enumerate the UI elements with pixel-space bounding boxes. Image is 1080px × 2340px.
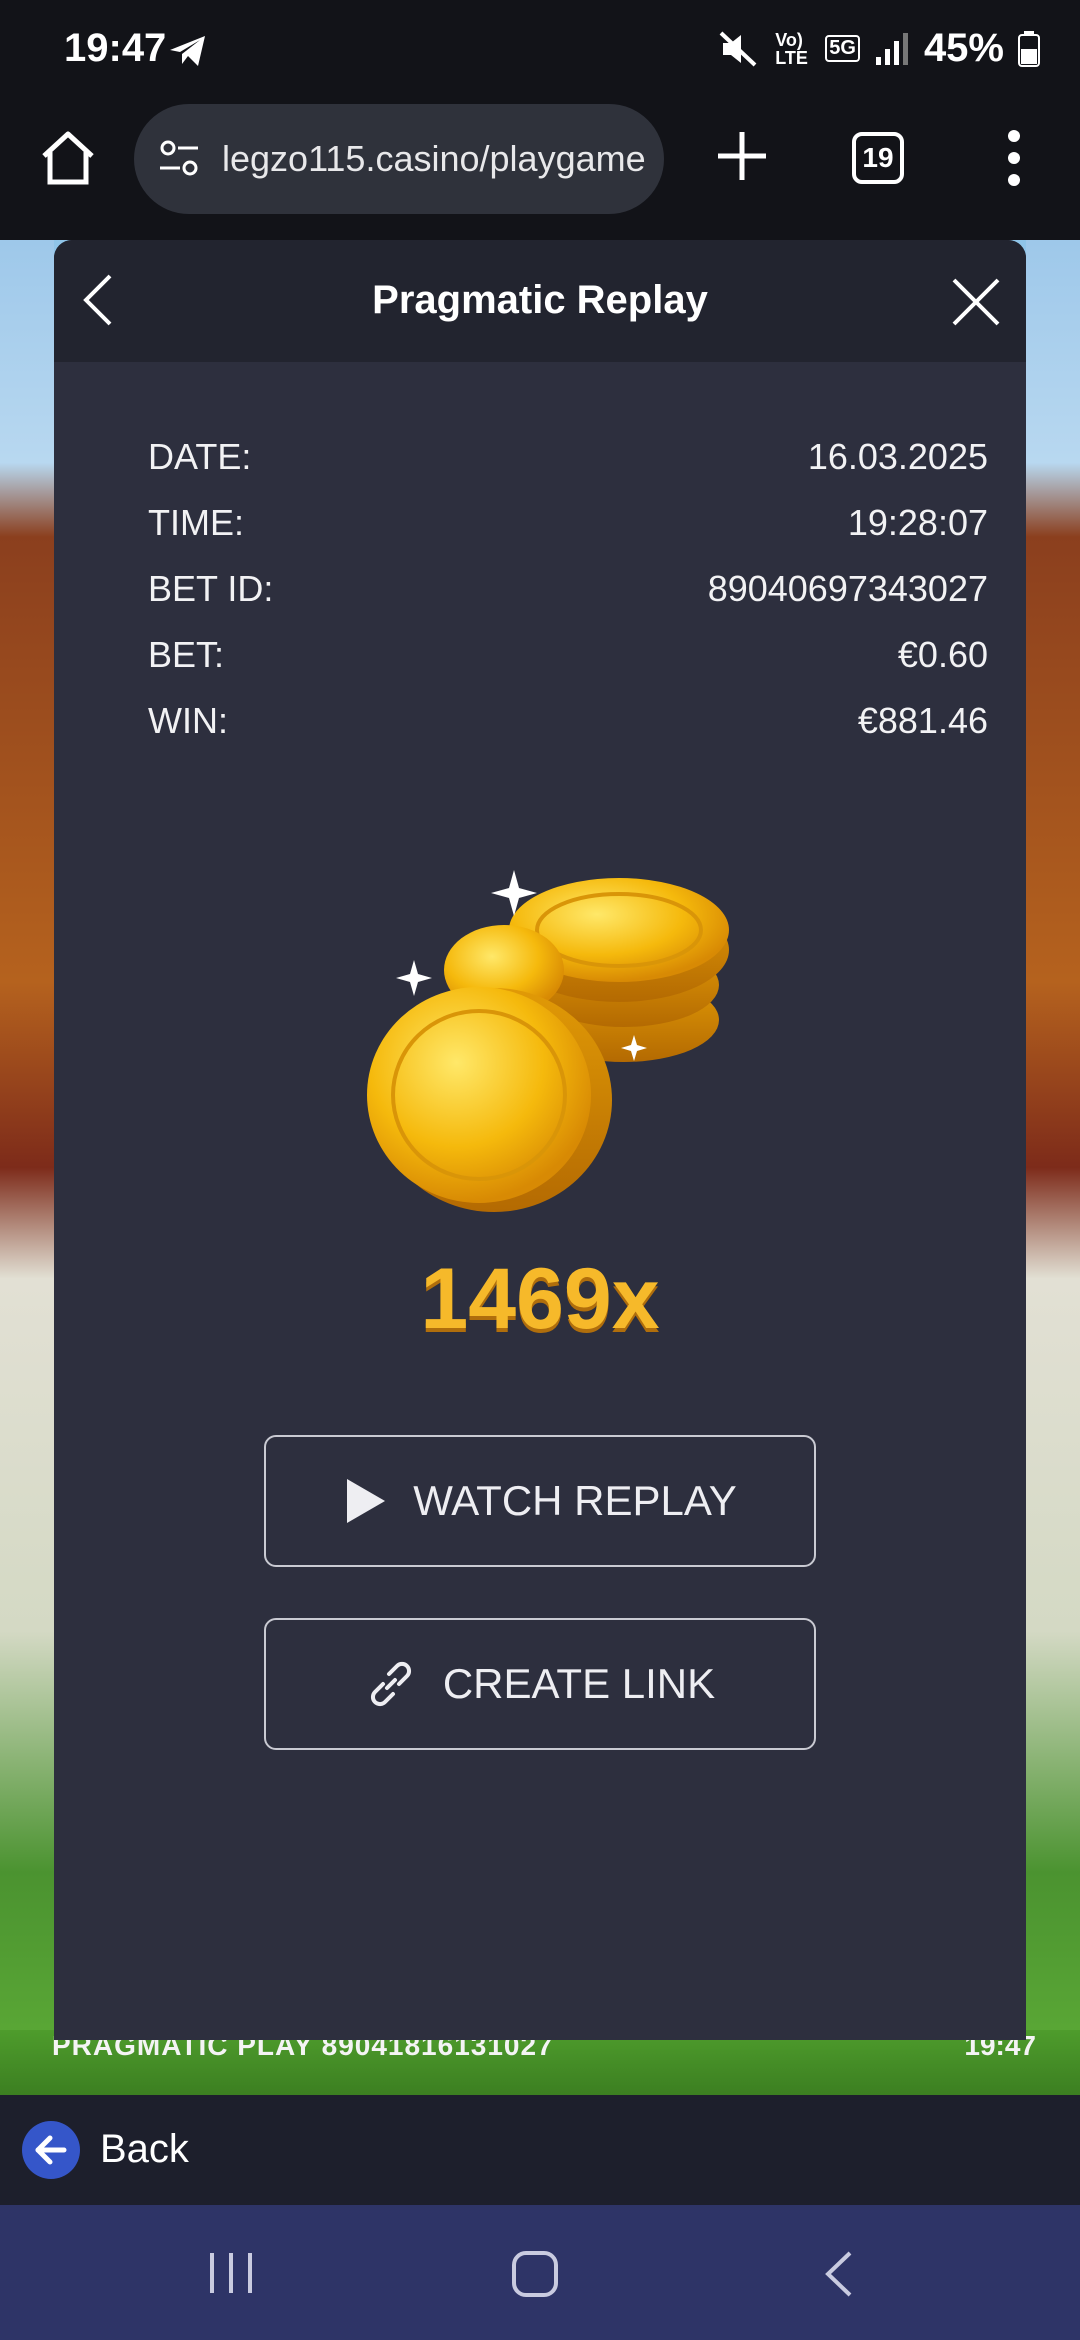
telegram-icon <box>170 36 205 66</box>
battery-percent: 45% <box>923 26 1004 70</box>
modal-title: Pragmatic Replay <box>372 278 708 322</box>
tab-count: 19 <box>862 142 894 173</box>
play-icon <box>347 1479 386 1523</box>
watch-replay-label: WATCH REPLAY <box>413 1477 737 1524</box>
status-time: 19:47 <box>64 26 167 70</box>
info-label: BET ID: <box>148 568 274 609</box>
status-bar: 19:47 Vo) LTE 5G 45% <box>0 0 1080 100</box>
info-value: 19:28:07 <box>847 502 988 543</box>
url-text[interactable]: legzo115.casino/playgame <box>222 138 646 180</box>
create-link-button[interactable]: CREATE LINK <box>264 1618 816 1750</box>
info-label: TIME: <box>148 502 244 543</box>
info-label: BET: <box>148 634 225 675</box>
browser-toolbar: legzo115.casino/playgame 19 <box>0 100 1080 240</box>
info-label: WIN: <box>148 700 228 741</box>
home-icon[interactable] <box>36 126 100 190</box>
system-nav-bar <box>0 2205 1080 2340</box>
battery-icon <box>1018 30 1040 67</box>
info-value: €0.60 <box>897 634 988 675</box>
create-link-label: CREATE LINK <box>442 1660 716 1707</box>
info-row-date: DATE: 16.03.2025 <box>148 436 988 502</box>
game-left-edge <box>0 240 54 2095</box>
plus-icon[interactable] <box>712 126 772 186</box>
mute-icon <box>719 31 757 66</box>
info-row-bet-id: BET ID: 89040697343027 <box>148 568 988 634</box>
info-row-win: WIN: €881.46 <box>148 700 988 766</box>
win-multiplier: 1469x <box>420 1251 660 1347</box>
coins-icon <box>367 870 729 1212</box>
recent-apps-icon[interactable] <box>206 2251 256 2295</box>
game-right-edge <box>1026 240 1080 2095</box>
back-bar[interactable]: Back <box>0 2095 1080 2205</box>
watch-replay-button[interactable]: WATCH REPLAY <box>264 1435 816 1567</box>
back-circle[interactable] <box>22 2121 80 2179</box>
tabs-icon[interactable]: 19 <box>852 132 904 184</box>
close-icon[interactable] <box>948 274 1004 330</box>
link-icon <box>370 1661 411 1707</box>
info-value: 16.03.2025 <box>807 436 988 477</box>
info-value: €881.46 <box>857 700 988 741</box>
modal-header: Pragmatic Replay <box>54 240 1026 362</box>
net-5g-badge: 5G <box>825 35 860 62</box>
arrow-left-icon <box>35 2135 67 2165</box>
info-value: 89040697343027 <box>707 568 988 609</box>
info-row-time: TIME: 19:28:07 <box>148 502 988 568</box>
signal-icon <box>875 32 908 65</box>
nav-back-icon[interactable] <box>820 2249 856 2299</box>
replay-modal: Pragmatic Replay DATE: 16.03.2025 TIME: … <box>54 240 1026 2040</box>
bet-info-table: DATE: 16.03.2025 TIME: 19:28:07 BET ID: … <box>148 436 988 766</box>
network-label: Vo) LTE <box>775 29 808 68</box>
url-bar[interactable]: legzo115.casino/playgame <box>134 104 664 214</box>
home-circle-icon[interactable] <box>510 2249 560 2299</box>
back-label[interactable]: Back <box>100 2127 189 2172</box>
more-vert-icon[interactable] <box>996 126 1032 190</box>
tune-icon[interactable] <box>156 136 202 182</box>
info-label: DATE: <box>148 436 252 477</box>
status-icons: Vo) LTE 5G 45% <box>717 26 1040 71</box>
info-row-bet: BET: €0.60 <box>148 634 988 700</box>
